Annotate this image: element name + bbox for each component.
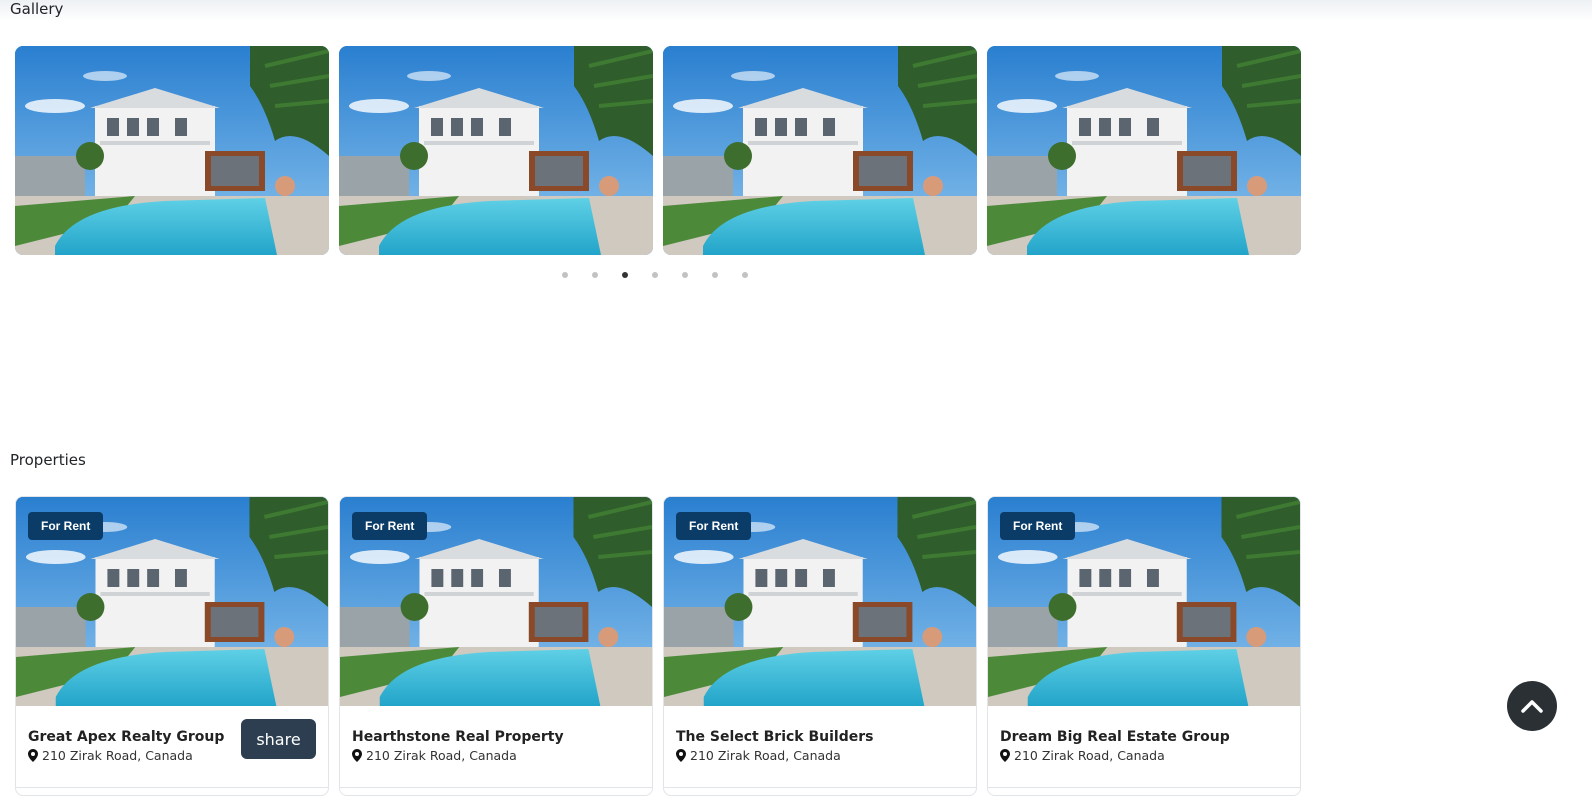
map-pin-icon [352, 749, 362, 762]
gallery-image[interactable] [15, 46, 329, 255]
gallery-title: Gallery [10, 0, 64, 18]
property-address: 210 Zirak Road, Canada [28, 748, 193, 763]
property-name[interactable]: Great Apex Realty Group [28, 729, 224, 745]
property-card[interactable]: For Rent The Select Brick Builders 210 Z… [663, 496, 977, 796]
map-pin-icon [28, 749, 38, 762]
property-address: 210 Zirak Road, Canada [352, 748, 517, 763]
property-address-text: 210 Zirak Road, Canada [690, 748, 841, 763]
chevron-up-icon [1521, 700, 1543, 713]
carousel-dot[interactable] [712, 272, 718, 278]
carousel-dot[interactable] [742, 272, 748, 278]
gallery-carousel[interactable] [15, 46, 1301, 255]
properties-title: Properties [10, 451, 86, 469]
for-rent-badge: For Rent [28, 512, 104, 540]
top-fade [0, 0, 1592, 22]
carousel-dot[interactable] [592, 272, 598, 278]
property-address-text: 210 Zirak Road, Canada [1014, 748, 1165, 763]
scroll-to-top-button[interactable] [1507, 681, 1557, 731]
property-card[interactable]: For Rent Dream Big Real Estate Group 210… [987, 496, 1301, 796]
carousel-dot[interactable] [682, 272, 688, 278]
property-name[interactable]: The Select Brick Builders [676, 729, 873, 745]
card-divider [340, 787, 652, 788]
property-address: 210 Zirak Road, Canada [676, 748, 841, 763]
gallery-image[interactable] [663, 46, 977, 255]
for-rent-badge: For Rent [676, 512, 752, 540]
property-address-text: 210 Zirak Road, Canada [366, 748, 517, 763]
carousel-dot[interactable] [652, 272, 658, 278]
property-address-text: 210 Zirak Road, Canada [42, 748, 193, 763]
property-name[interactable]: Hearthstone Real Property [352, 729, 564, 745]
carousel-dot[interactable] [562, 272, 568, 278]
gallery-image[interactable] [339, 46, 653, 255]
gallery-image[interactable] [987, 46, 1301, 255]
property-name[interactable]: Dream Big Real Estate Group [1000, 729, 1230, 745]
share-button[interactable]: share [241, 719, 316, 759]
map-pin-icon [676, 749, 686, 762]
carousel-pagination [562, 272, 748, 278]
card-divider [16, 787, 328, 788]
properties-carousel: For Rent Great Apex Realty Group 210 Zir… [15, 496, 1301, 796]
for-rent-badge: For Rent [1000, 512, 1076, 540]
for-rent-badge: For Rent [352, 512, 428, 540]
card-divider [664, 787, 976, 788]
card-divider [988, 787, 1300, 788]
map-pin-icon [1000, 749, 1010, 762]
property-card[interactable]: For Rent Hearthstone Real Property 210 Z… [339, 496, 653, 796]
property-address: 210 Zirak Road, Canada [1000, 748, 1165, 763]
carousel-dot-active[interactable] [622, 272, 628, 278]
property-card[interactable]: For Rent Great Apex Realty Group 210 Zir… [15, 496, 329, 796]
